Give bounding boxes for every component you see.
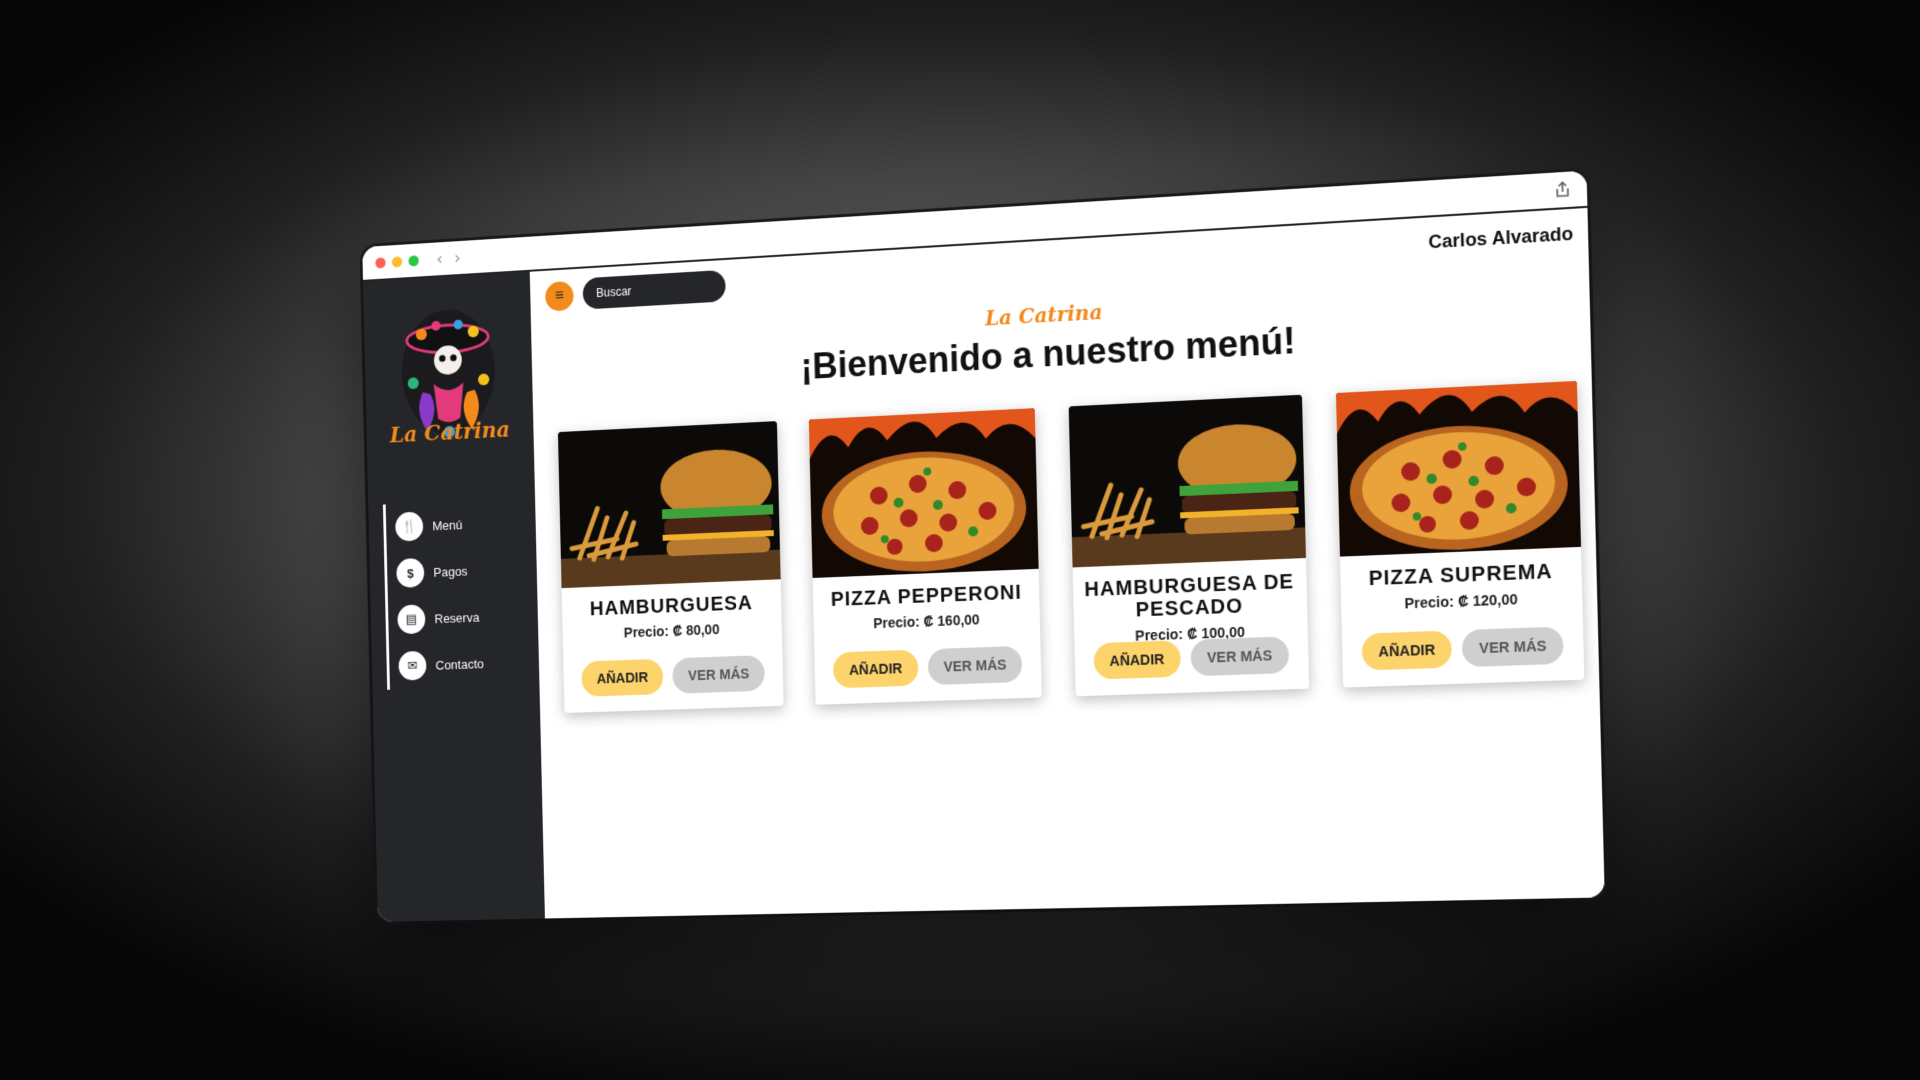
product-name: HAMBURGUESA <box>589 592 754 621</box>
sidebar-item-label: Contacto <box>435 655 485 673</box>
burger-image <box>557 421 781 589</box>
browser-window: ‹ › La Catrina 🍴 Menú $ Pagos ▤ Reserva … <box>362 170 1605 922</box>
sidebar-item-menu[interactable]: 🍴 Menú <box>395 500 481 550</box>
pizza-image <box>809 408 1039 578</box>
product-name: HAMBURGUESA DE PESCADO <box>1084 570 1295 622</box>
sidebar-item-label: Menú <box>432 516 463 533</box>
card-actions: AÑADIR VER MÁS <box>815 645 1042 689</box>
product-name: PIZZA PEPPERONI <box>830 581 1023 611</box>
add-to-cart-button[interactable]: AÑADIR <box>1361 630 1453 671</box>
add-to-cart-button[interactable]: AÑADIR <box>1093 640 1182 680</box>
card-actions: AÑADIR VER MÁS <box>563 654 783 697</box>
mail-icon: ✉ <box>398 650 427 681</box>
sidebar-item-label: Pagos <box>433 563 468 580</box>
product-card: HAMBURGUESA DE PESCADO Precio: ₡ 100,00 … <box>1068 394 1309 697</box>
sidebar-item-contacto[interactable]: ✉ Contacto <box>398 640 484 690</box>
user-name[interactable]: Carlos Alvarado <box>1428 223 1573 253</box>
main-content: ≡ Carlos Alvarado La Catrina ¡Bienvenido… <box>529 207 1605 919</box>
maximize-window-button[interactable] <box>408 254 419 266</box>
search-input[interactable] <box>582 269 726 310</box>
card-actions: AÑADIR VER MÁS <box>1342 626 1584 671</box>
product-price: Precio: ₡ 80,00 <box>623 621 720 641</box>
add-to-cart-button[interactable]: AÑADIR <box>581 658 664 697</box>
see-more-button[interactable]: VER MÁS <box>927 645 1023 686</box>
minimize-window-button[interactable] <box>391 255 403 268</box>
calendar-icon: ▤ <box>397 604 426 635</box>
add-to-cart-button[interactable]: AÑADIR <box>833 649 919 689</box>
see-more-button[interactable]: VER MÁS <box>1461 626 1564 668</box>
product-card: HAMBURGUESA Precio: ₡ 80,00 AÑADIR VER M… <box>557 421 784 714</box>
burger-image <box>1068 394 1306 568</box>
see-more-button[interactable]: VER MÁS <box>1190 636 1290 677</box>
back-arrow-icon[interactable]: ‹ <box>436 248 443 269</box>
utensils-icon: 🍴 <box>395 511 424 542</box>
mockup-scene: ‹ › La Catrina 🍴 Menú $ Pagos ▤ Reserva … <box>0 0 1920 1080</box>
sidebar-nav: 🍴 Menú $ Pagos ▤ Reserva ✉ Contacto <box>382 500 485 690</box>
product-grid: HAMBURGUESA Precio: ₡ 80,00 AÑADIR VER M… <box>557 380 1585 714</box>
sidebar-item-label: Reserva <box>434 609 480 626</box>
product-price: Precio: ₡ 160,00 <box>873 611 980 632</box>
product-name: PIZZA SUPREMA <box>1368 560 1554 591</box>
see-more-button[interactable]: VER MÁS <box>672 655 766 694</box>
forward-arrow-icon[interactable]: › <box>454 247 461 268</box>
close-window-button[interactable] <box>375 256 386 269</box>
product-card: PIZZA SUPREMA Precio: ₡ 120,00 AÑADIR VE… <box>1335 380 1585 688</box>
dollar-icon: $ <box>396 557 425 589</box>
share-icon[interactable] <box>1553 180 1573 200</box>
sidebar: La Catrina 🍴 Menú $ Pagos ▤ Reserva ✉ Co… <box>363 271 545 922</box>
pizza-image <box>1335 380 1582 557</box>
sidebar-item-pagos[interactable]: $ Pagos <box>396 547 482 597</box>
product-card: PIZZA PEPPERONI Precio: ₡ 160,00 AÑADIR … <box>809 408 1043 705</box>
sidebar-item-reserva[interactable]: ▤ Reserva <box>397 593 483 643</box>
product-price: Precio: ₡ 120,00 <box>1404 590 1518 612</box>
card-actions: AÑADIR VER MÁS <box>1074 636 1308 681</box>
hamburger-menu-button[interactable]: ≡ <box>544 280 574 312</box>
